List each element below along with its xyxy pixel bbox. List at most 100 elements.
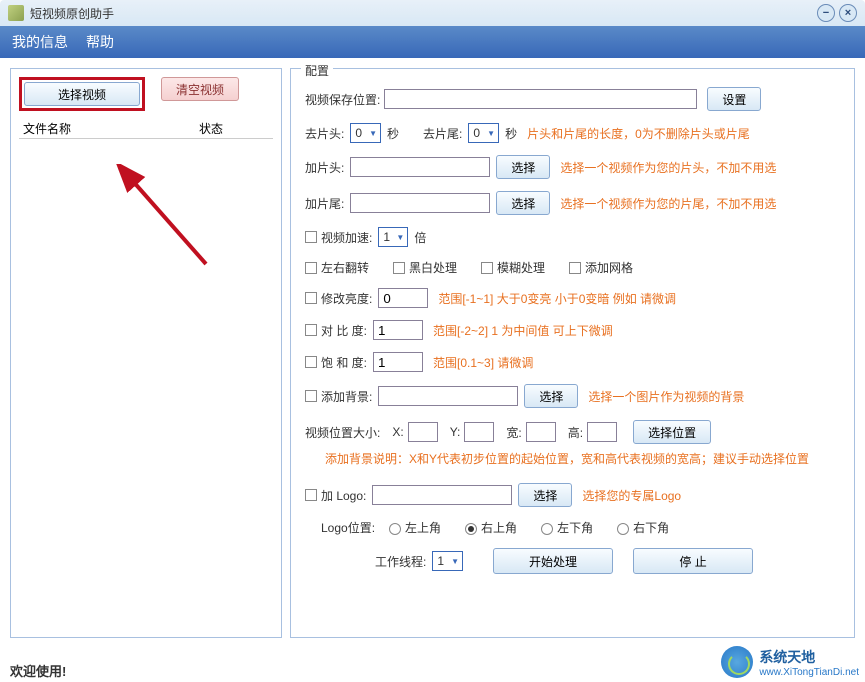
select-video-button[interactable]: 选择视频	[24, 82, 140, 106]
add-head-label: 加片头:	[305, 159, 344, 176]
welcome-text: 欢迎使用!	[10, 661, 66, 680]
logo-br-label: 右下角	[633, 521, 669, 535]
trim-tail-label: 去片尾:	[423, 125, 462, 142]
app-title: 短视频原创助手	[30, 5, 817, 22]
start-button[interactable]: 开始处理	[493, 548, 613, 574]
window-controls: − ×	[817, 4, 857, 22]
saturation-label: 饱 和 度:	[321, 354, 367, 371]
contrast-input[interactable]	[373, 320, 423, 340]
flip-checkbox[interactable]	[305, 262, 317, 274]
threads-select[interactable]: 1	[432, 551, 463, 571]
flip-label: 左右翻转	[321, 259, 369, 276]
watermark: 系统天地 www.XiTongTianDi.net	[721, 646, 859, 678]
contrast-hint: 范围[-2~2] 1 为中间值 可上下微调	[433, 322, 613, 339]
saturation-hint: 范围[0.1~3] 请微调	[433, 354, 533, 371]
pos-x-input[interactable]	[408, 422, 438, 442]
brightness-label: 修改亮度:	[321, 290, 372, 307]
bw-checkbox[interactable]	[393, 262, 405, 274]
add-head-input[interactable]	[350, 157, 490, 177]
add-tail-label: 加片尾:	[305, 195, 344, 212]
add-tail-choose[interactable]: 选择	[496, 191, 550, 215]
contrast-checkbox[interactable]	[305, 324, 317, 336]
pos-w-label: 宽:	[506, 424, 521, 441]
pos-y-label: Y:	[450, 425, 461, 439]
bg-choose[interactable]: 选择	[524, 384, 578, 408]
save-path-label: 视频保存位置:	[305, 91, 380, 108]
blur-label: 模糊处理	[497, 259, 545, 276]
logo-br-radio[interactable]	[617, 523, 629, 535]
threads-label: 工作线程:	[375, 553, 426, 570]
bg-note: 添加背景说明：X和Y代表初步位置的起始位置，宽和高代表视频的宽高；建议手动选择位…	[325, 450, 809, 467]
logo-bl-radio[interactable]	[541, 523, 553, 535]
pos-x-label: X:	[392, 425, 403, 439]
stop-button[interactable]: 停 止	[633, 548, 753, 574]
watermark-cn: 系统天地	[759, 647, 859, 667]
logo-pos-label: Logo位置:	[321, 519, 375, 536]
save-path-input[interactable]	[384, 89, 697, 109]
saturation-checkbox[interactable]	[305, 356, 317, 368]
set-button[interactable]: 设置	[707, 87, 761, 111]
logo-tr-label: 右上角	[481, 521, 517, 535]
grid-label: 添加网格	[585, 259, 633, 276]
logo-tr-radio[interactable]	[465, 523, 477, 535]
close-button[interactable]: ×	[839, 4, 857, 22]
trim-tail-unit: 秒	[505, 125, 517, 142]
trim-tail-select[interactable]: 0	[468, 123, 499, 143]
annotation-arrow	[116, 164, 236, 284]
logo-tl-radio[interactable]	[389, 523, 401, 535]
pos-h-label: 高:	[568, 424, 583, 441]
add-tail-hint: 选择一个视频作为您的片尾，不加不用选	[560, 195, 776, 212]
logo-bl-label: 左下角	[557, 521, 593, 535]
bg-label: 添加背景:	[321, 388, 372, 405]
left-buttons: 选择视频 清空视频	[19, 77, 273, 111]
logo-choose[interactable]: 选择	[518, 483, 572, 507]
speed-label: 视频加速:	[321, 229, 372, 246]
col-status: 状态	[199, 120, 273, 137]
logo-tl-label: 左上角	[405, 521, 441, 535]
add-head-hint: 选择一个视频作为您的片头，不加不用选	[560, 159, 776, 176]
menubar: 我的信息 帮助	[0, 26, 865, 58]
grid-checkbox[interactable]	[569, 262, 581, 274]
titlebar: 短视频原创助手 − ×	[0, 0, 865, 26]
add-head-choose[interactable]: 选择	[496, 155, 550, 179]
app-icon	[8, 5, 24, 21]
trim-head-label: 去片头:	[305, 125, 344, 142]
add-tail-input[interactable]	[350, 193, 490, 213]
menu-help[interactable]: 帮助	[86, 32, 114, 52]
speed-select[interactable]: 1	[378, 227, 408, 247]
trim-hint: 片头和片尾的长度，0为不删除片头或片尾	[527, 125, 750, 142]
main-area: 选择视频 清空视频 文件名称 状态 配置 视频保存位置: 设置 去片头: 0 秒	[0, 58, 865, 648]
bg-checkbox[interactable]	[305, 390, 317, 402]
brightness-hint: 范围[-1~1] 大于0变亮 小于0变暗 例如 请微调	[438, 290, 676, 307]
brightness-input[interactable]	[378, 288, 428, 308]
brightness-checkbox[interactable]	[305, 292, 317, 304]
bg-input[interactable]	[378, 386, 518, 406]
config-title: 配置	[301, 62, 333, 79]
bg-hint: 选择一个图片作为视频的背景	[588, 388, 744, 405]
contrast-label: 对 比 度:	[321, 322, 367, 339]
speed-unit: 倍	[414, 229, 426, 246]
file-table-header: 文件名称 状态	[19, 119, 273, 139]
col-filename: 文件名称	[19, 120, 199, 137]
left-panel: 选择视频 清空视频 文件名称 状态	[10, 68, 282, 638]
saturation-input[interactable]	[373, 352, 423, 372]
pos-h-input[interactable]	[587, 422, 617, 442]
bw-label: 黑白处理	[409, 259, 457, 276]
select-video-highlight: 选择视频	[19, 77, 145, 111]
trim-head-select[interactable]: 0	[350, 123, 381, 143]
blur-checkbox[interactable]	[481, 262, 493, 274]
config-panel: 配置 视频保存位置: 设置 去片头: 0 秒 去片尾: 0 秒 片头和片尾的长度…	[290, 68, 855, 638]
speed-checkbox[interactable]	[305, 231, 317, 243]
pos-y-input[interactable]	[464, 422, 494, 442]
minimize-button[interactable]: −	[817, 4, 835, 22]
watermark-url: www.XiTongTianDi.net	[759, 667, 859, 678]
logo-label: 加 Logo:	[321, 487, 366, 504]
clear-video-button[interactable]: 清空视频	[161, 77, 239, 101]
logo-input[interactable]	[372, 485, 512, 505]
pos-label: 视频位置大小:	[305, 424, 380, 441]
logo-hint: 选择您的专属Logo	[582, 487, 681, 504]
choose-pos-button[interactable]: 选择位置	[633, 420, 711, 444]
pos-w-input[interactable]	[526, 422, 556, 442]
menu-my-info[interactable]: 我的信息	[12, 32, 68, 52]
logo-checkbox[interactable]	[305, 489, 317, 501]
